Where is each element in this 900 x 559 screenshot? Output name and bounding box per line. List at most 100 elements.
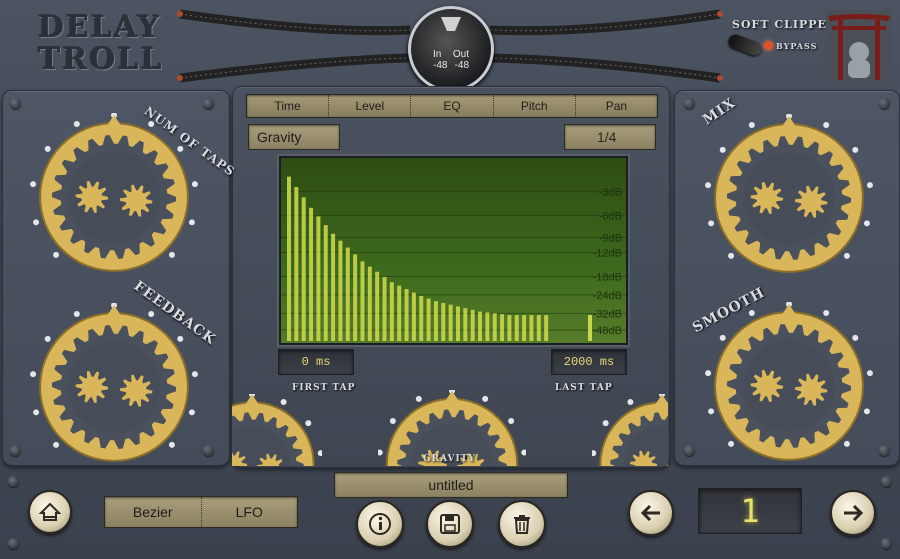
- knob-scale-dot: [705, 370, 712, 377]
- tap-bar[interactable]: [478, 311, 483, 341]
- delay-taps-graph-svg: -3dB -6dB -9dB -12dB -18dB -24dB -32dB -48dB: [281, 176, 626, 342]
- parameter-tabs: Time Level EQ Pitch Pan: [246, 94, 658, 118]
- screw: [8, 538, 19, 549]
- tab-pitch[interactable]: Pitch: [494, 95, 576, 117]
- tap-bar[interactable]: [345, 247, 350, 341]
- preset-name-field[interactable]: untitled: [334, 472, 568, 498]
- save-icon: [440, 514, 460, 534]
- tab-level[interactable]: Level: [329, 95, 412, 117]
- db-label: -9dB: [599, 233, 622, 245]
- info-button[interactable]: [356, 500, 404, 548]
- tap-bar[interactable]: [485, 312, 490, 341]
- tap-bar[interactable]: [389, 282, 394, 341]
- knob-scale-dot: [73, 121, 80, 128]
- tap-bar[interactable]: [441, 302, 446, 341]
- tab-pan[interactable]: Pan: [576, 95, 657, 117]
- smooth-knob[interactable]: [705, 302, 873, 470]
- delay-troll-plugin: DELAY TROLL In Out -48 -48 SOFT CLIPPER: [0, 0, 900, 559]
- delete-button[interactable]: [498, 500, 546, 548]
- tap-bar[interactable]: [448, 304, 453, 341]
- knob-partial-right[interactable]: [592, 394, 668, 466]
- bezier-option[interactable]: Bezier: [105, 497, 202, 527]
- knob-scale-dot: [53, 441, 60, 448]
- tap-bar[interactable]: [544, 315, 549, 341]
- first-tap-value[interactable]: 0 ms: [278, 349, 354, 375]
- knob-scale-dot: [177, 145, 184, 152]
- tap-bar[interactable]: [301, 197, 306, 341]
- knob-partial-left[interactable]: [232, 394, 322, 466]
- bypass-label[interactable]: BYPASS: [776, 41, 817, 51]
- tap-bar[interactable]: [323, 225, 328, 341]
- tab-time[interactable]: Time: [247, 95, 330, 117]
- tap-bar[interactable]: [375, 271, 380, 341]
- knob-scale-dot: [389, 418, 396, 425]
- delay-taps-graph[interactable]: -3dB -6dB -9dB -12dB -18dB -24dB -32dB -48dB: [279, 156, 628, 345]
- lfo-option[interactable]: LFO: [202, 504, 298, 520]
- curve-mode-selector: Bezier LFO: [104, 496, 298, 528]
- knob-scale-dot: [866, 370, 873, 377]
- mix-knob[interactable]: [705, 114, 873, 282]
- soft-clipper-switch[interactable]: [726, 32, 764, 58]
- tap-bar[interactable]: [470, 309, 475, 341]
- bypass-led: [764, 41, 773, 50]
- preset-number-display: 1: [698, 488, 802, 534]
- tap-bar[interactable]: [309, 207, 314, 341]
- knob-scale-dot: [33, 219, 40, 226]
- knob-scale-dot: [863, 220, 870, 227]
- tap-bar[interactable]: [536, 315, 541, 341]
- previous-preset-button[interactable]: [628, 490, 674, 536]
- tap-bar[interactable]: [353, 254, 358, 342]
- knob-scale-dot: [317, 450, 322, 457]
- tap-bar[interactable]: [367, 266, 372, 341]
- tap-bar[interactable]: [404, 289, 409, 341]
- tap-bar[interactable]: [433, 301, 438, 341]
- knob-scale-dot: [852, 146, 859, 153]
- screw: [879, 445, 890, 456]
- gravity-label: GRAVITY: [423, 454, 476, 464]
- next-preset-button[interactable]: [830, 490, 876, 536]
- division-select[interactable]: 1/4: [564, 124, 656, 150]
- knob-scale-dot: [708, 408, 715, 415]
- knob-scale-dot: [44, 145, 51, 152]
- tap-bar[interactable]: [294, 187, 299, 341]
- curve-preset-select[interactable]: Gravity: [248, 124, 340, 150]
- knob-scale-dot: [188, 409, 195, 416]
- tap-bar[interactable]: [426, 298, 431, 341]
- knob-pointer-icon: [654, 394, 668, 407]
- tap-bar[interactable]: [529, 315, 534, 341]
- tap-bar[interactable]: [492, 313, 497, 341]
- screw: [203, 98, 214, 109]
- knob-scale-dot: [191, 371, 198, 378]
- knob-scale-dot: [521, 449, 526, 456]
- home-button[interactable]: [28, 490, 72, 534]
- tap-bar[interactable]: [419, 296, 424, 341]
- meter-in-label: In: [433, 49, 442, 60]
- tap-bar[interactable]: [331, 233, 336, 341]
- tap-bar[interactable]: [360, 261, 365, 341]
- feedback-knob[interactable]: [30, 303, 198, 471]
- tap-bar[interactable]: [588, 315, 592, 341]
- tap-bar[interactable]: [514, 315, 519, 341]
- tap-bar[interactable]: [316, 216, 321, 341]
- knob-pointer-icon: [244, 394, 260, 407]
- tap-bar[interactable]: [455, 306, 460, 341]
- knob-scale-dot: [592, 450, 597, 457]
- tap-bar[interactable]: [507, 315, 512, 341]
- screw: [203, 445, 214, 456]
- num-taps-knob[interactable]: [30, 113, 198, 281]
- knob-scale-dot: [728, 252, 735, 259]
- db-label: -12dB: [593, 247, 622, 259]
- tap-bar[interactable]: [287, 176, 291, 341]
- trash-icon: [514, 515, 530, 534]
- tap-bar[interactable]: [500, 314, 505, 341]
- last-tap-value[interactable]: 2000 ms: [551, 349, 627, 375]
- tap-bar[interactable]: [411, 292, 416, 341]
- tab-eq[interactable]: EQ: [411, 95, 494, 117]
- screw: [879, 98, 890, 109]
- tap-bar[interactable]: [338, 240, 343, 341]
- save-button[interactable]: [426, 500, 474, 548]
- tap-bar[interactable]: [397, 285, 402, 341]
- tap-bar[interactable]: [382, 276, 387, 341]
- tap-bar[interactable]: [522, 315, 527, 341]
- tap-bar[interactable]: [463, 308, 468, 341]
